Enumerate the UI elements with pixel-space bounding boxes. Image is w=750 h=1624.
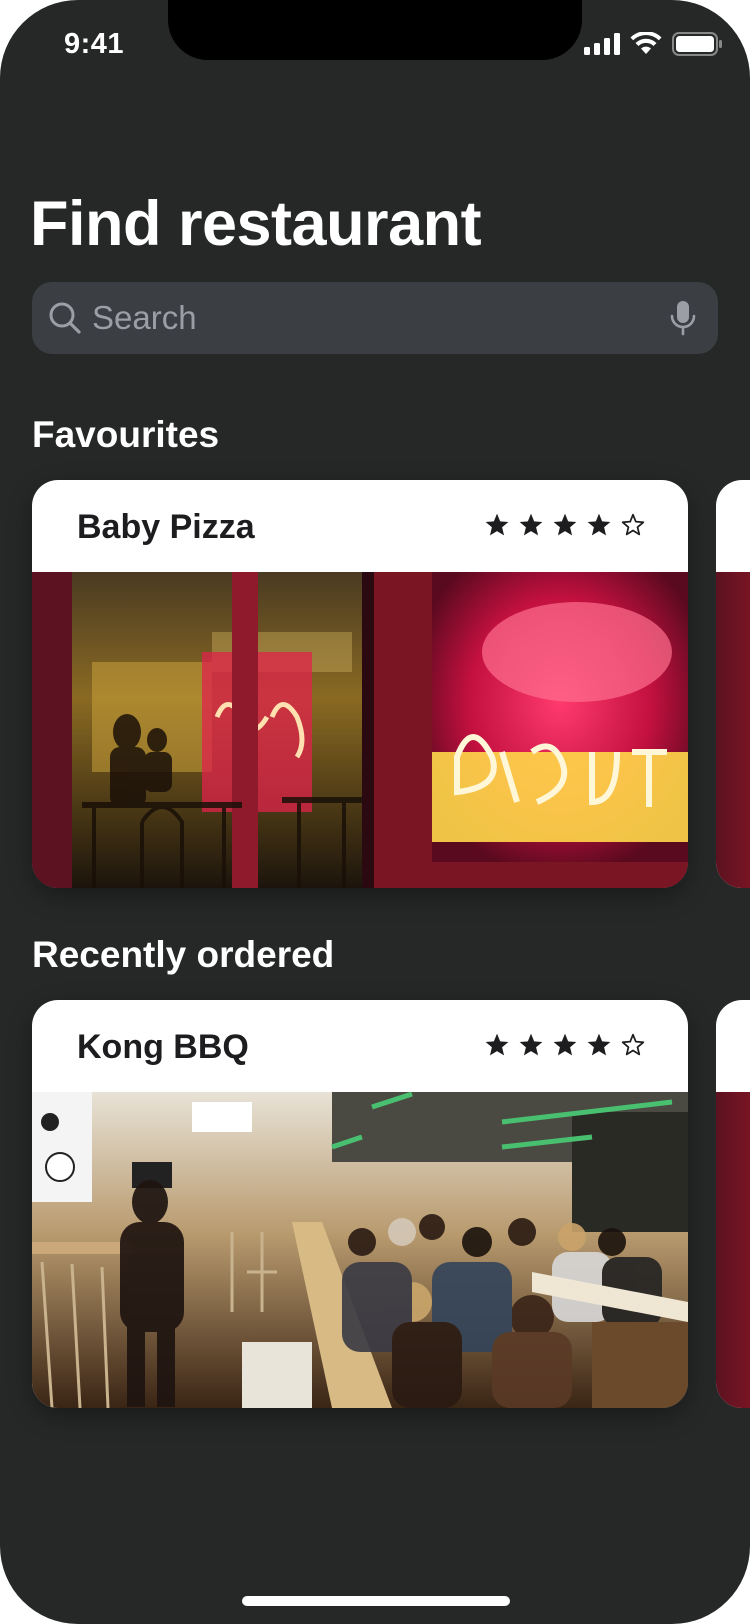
next-favourite-card[interactable] xyxy=(716,480,750,888)
status-time: 9:41 xyxy=(64,28,125,60)
page-title: Find restaurant xyxy=(30,189,482,259)
battery-icon xyxy=(672,32,722,56)
search-icon xyxy=(49,302,81,334)
star-filled-icon xyxy=(519,1033,543,1056)
star-filled-icon xyxy=(519,513,543,536)
notch xyxy=(168,0,582,60)
star-filled-icon xyxy=(553,1033,577,1056)
restaurant-name: Baby Pizza xyxy=(77,508,255,546)
restaurant-photo xyxy=(32,572,688,888)
star-filled-icon xyxy=(587,513,611,536)
star-filled-icon xyxy=(587,1033,611,1056)
favourites-heading: Favourites xyxy=(32,414,220,455)
rating-stars xyxy=(484,1032,646,1058)
restaurant-name: Kong BBQ xyxy=(77,1028,249,1066)
cellular-signal-icon xyxy=(584,33,620,55)
microphone-icon[interactable] xyxy=(670,300,696,336)
star-outline-icon xyxy=(621,513,645,536)
recent-restaurant-card[interactable]: Kong BBQ xyxy=(32,1000,688,1408)
recently-ordered-heading: Recently ordered xyxy=(32,934,335,975)
phone-screen: 9:41 Find restaurant Search Favourites B… xyxy=(0,0,750,1624)
restaurant-photo xyxy=(716,1092,750,1408)
favourite-restaurant-card[interactable]: Baby Pizza xyxy=(32,480,688,888)
search-input[interactable] xyxy=(92,282,652,354)
restaurant-photo xyxy=(716,572,750,888)
search-bar[interactable] xyxy=(32,282,718,354)
rating-stars xyxy=(484,512,646,538)
star-filled-icon xyxy=(485,1033,509,1056)
restaurant-photo xyxy=(32,1092,688,1408)
star-outline-icon xyxy=(621,1033,645,1056)
next-recent-card[interactable] xyxy=(716,1000,750,1408)
home-indicator[interactable] xyxy=(242,1596,510,1606)
wifi-icon xyxy=(630,32,662,54)
star-filled-icon xyxy=(553,513,577,536)
star-filled-icon xyxy=(485,513,509,536)
status-icons xyxy=(584,32,722,56)
